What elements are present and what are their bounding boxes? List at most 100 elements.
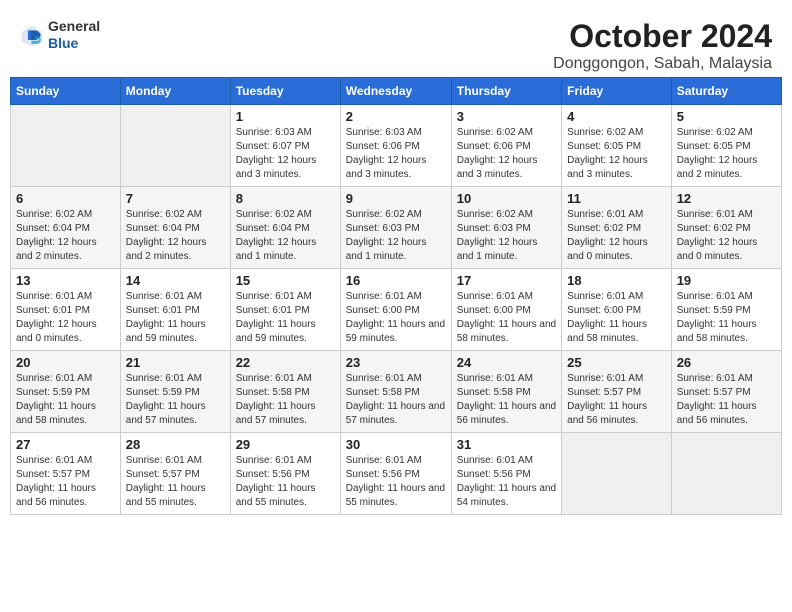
logo-icon [20, 24, 44, 48]
cell-day-number: 3 [457, 109, 556, 124]
cell-day-number: 1 [236, 109, 335, 124]
cell-day-number: 10 [457, 191, 556, 206]
cell-info-text: Sunrise: 6:01 AM Sunset: 6:01 PM Dayligh… [236, 290, 335, 346]
cell-info-text: Sunrise: 6:02 AM Sunset: 6:03 PM Dayligh… [457, 208, 556, 264]
calendar-cell: 10 Sunrise: 6:02 AM Sunset: 6:03 PM Dayli… [451, 187, 561, 269]
calendar-cell: 15 Sunrise: 6:01 AM Sunset: 6:01 PM Dayli… [230, 269, 340, 351]
calendar-cell: 26 Sunrise: 6:01 AM Sunset: 5:57 PM Dayli… [671, 351, 781, 433]
calendar-cell: 24 Sunrise: 6:01 AM Sunset: 5:58 PM Dayli… [451, 351, 561, 433]
week-row-5: 27Sunrise: 6:01 AM Sunset: 5:57 PM Dayli… [11, 433, 782, 515]
calendar-cell: 2 Sunrise: 6:03 AM Sunset: 6:06 PM Daylig… [340, 105, 451, 187]
calendar-cell: 18Sunrise: 6:01 AM Sunset: 6:00 PM Dayli… [562, 269, 672, 351]
cell-info-text: Sunrise: 6:01 AM Sunset: 5:56 PM Dayligh… [457, 454, 556, 510]
cell-day-number: 27 [16, 437, 115, 452]
title-section: October 2024 Donggongon, Sabah, Malaysia [553, 18, 772, 73]
calendar-cell [671, 433, 781, 515]
cell-day-number: 5 [677, 109, 776, 124]
cell-day-number: 2 [346, 109, 446, 124]
cell-info-text: Sunrise: 6:01 AM Sunset: 5:56 PM Dayligh… [346, 454, 446, 510]
calendar-cell: 3 Sunrise: 6:02 AM Sunset: 6:06 PM Daylig… [451, 105, 561, 187]
cell-day-number: 16 [346, 273, 446, 288]
cell-info-text: Sunrise: 6:01 AM Sunset: 5:57 PM Dayligh… [677, 372, 776, 428]
calendar-cell: 29Sunrise: 6:01 AM Sunset: 5:56 PM Dayli… [230, 433, 340, 515]
calendar-cell: 17Sunrise: 6:01 AM Sunset: 6:00 PM Dayli… [451, 269, 561, 351]
week-row-4: 20 Sunrise: 6:01 AM Sunset: 5:59 PM Dayli… [11, 351, 782, 433]
month-title: October 2024 [553, 18, 772, 55]
cell-day-number: 15 [236, 273, 335, 288]
week-row-1: 1 Sunrise: 6:03 AM Sunset: 6:07 PM Daylig… [11, 105, 782, 187]
logo-blue-text: Blue [48, 35, 100, 52]
cell-info-text: Sunrise: 6:01 AM Sunset: 5:56 PM Dayligh… [236, 454, 335, 510]
calendar-cell [11, 105, 121, 187]
calendar-cell: 4 Sunrise: 6:02 AM Sunset: 6:05 PM Daylig… [562, 105, 672, 187]
cell-info-text: Sunrise: 6:02 AM Sunset: 6:03 PM Dayligh… [346, 208, 446, 264]
cell-day-number: 26 [677, 355, 776, 370]
calendar-cell: 7 Sunrise: 6:02 AM Sunset: 6:04 PM Daylig… [120, 187, 230, 269]
calendar-cell: 8Sunrise: 6:02 AM Sunset: 6:04 PM Daylig… [230, 187, 340, 269]
days-of-week-row: Sunday Monday Tuesday Wednesday Thursday… [11, 78, 782, 105]
cell-day-number: 7 [126, 191, 225, 206]
calendar-cell: 1 Sunrise: 6:03 AM Sunset: 6:07 PM Daylig… [230, 105, 340, 187]
cell-info-text: Sunrise: 6:01 AM Sunset: 6:02 PM Dayligh… [677, 208, 776, 264]
cell-info-text: Sunrise: 6:01 AM Sunset: 6:02 PM Dayligh… [567, 208, 666, 264]
calendar-body: 1 Sunrise: 6:03 AM Sunset: 6:07 PM Daylig… [11, 105, 782, 515]
cell-day-number: 11 [567, 191, 666, 206]
calendar-cell: 16 Sunrise: 6:01 AM Sunset: 6:00 PM Dayli… [340, 269, 451, 351]
calendar-cell: 9 Sunrise: 6:02 AM Sunset: 6:03 PM Daylig… [340, 187, 451, 269]
cell-day-number: 30 [346, 437, 446, 452]
cell-day-number: 18 [567, 273, 666, 288]
cell-info-text: Sunrise: 6:03 AM Sunset: 6:06 PM Dayligh… [346, 126, 446, 182]
cell-info-text: Sunrise: 6:01 AM Sunset: 6:01 PM Dayligh… [126, 290, 225, 346]
calendar-cell: 5 Sunrise: 6:02 AM Sunset: 6:05 PM Daylig… [671, 105, 781, 187]
calendar-cell: 14Sunrise: 6:01 AM Sunset: 6:01 PM Dayli… [120, 269, 230, 351]
calendar-cell [562, 433, 672, 515]
cell-info-text: Sunrise: 6:02 AM Sunset: 6:06 PM Dayligh… [457, 126, 556, 182]
cell-info-text: Sunrise: 6:01 AM Sunset: 5:57 PM Dayligh… [567, 372, 666, 428]
cell-info-text: Sunrise: 6:02 AM Sunset: 6:04 PM Dayligh… [236, 208, 335, 264]
calendar-cell: 13 Sunrise: 6:01 AM Sunset: 6:01 PM Dayli… [11, 269, 121, 351]
cell-info-text: Sunrise: 6:01 AM Sunset: 5:58 PM Dayligh… [236, 372, 335, 428]
cell-day-number: 9 [346, 191, 446, 206]
calendar-cell: 28Sunrise: 6:01 AM Sunset: 5:57 PM Dayli… [120, 433, 230, 515]
cell-day-number: 22 [236, 355, 335, 370]
cell-info-text: Sunrise: 6:02 AM Sunset: 6:05 PM Dayligh… [677, 126, 776, 182]
calendar-cell: 19Sunrise: 6:01 AM Sunset: 5:59 PM Dayli… [671, 269, 781, 351]
cell-info-text: Sunrise: 6:01 AM Sunset: 5:59 PM Dayligh… [16, 372, 115, 428]
calendar-cell: 12Sunrise: 6:01 AM Sunset: 6:02 PM Dayli… [671, 187, 781, 269]
col-tuesday: Tuesday [230, 78, 340, 105]
calendar-cell: 27Sunrise: 6:01 AM Sunset: 5:57 PM Dayli… [11, 433, 121, 515]
calendar-cell: 21 Sunrise: 6:01 AM Sunset: 5:59 PM Dayli… [120, 351, 230, 433]
calendar-cell: 11 Sunrise: 6:01 AM Sunset: 6:02 PM Dayli… [562, 187, 672, 269]
logo: General Blue [20, 18, 100, 52]
cell-info-text: Sunrise: 6:01 AM Sunset: 6:00 PM Dayligh… [346, 290, 446, 346]
cell-info-text: Sunrise: 6:01 AM Sunset: 6:01 PM Dayligh… [16, 290, 115, 346]
calendar-cell: 6 Sunrise: 6:02 AM Sunset: 6:04 PM Daylig… [11, 187, 121, 269]
cell-day-number: 20 [16, 355, 115, 370]
cell-info-text: Sunrise: 6:01 AM Sunset: 5:58 PM Dayligh… [346, 372, 446, 428]
calendar-cell: 22 Sunrise: 6:01 AM Sunset: 5:58 PM Dayli… [230, 351, 340, 433]
calendar-cell: 31 Sunrise: 6:01 AM Sunset: 5:56 PM Dayli… [451, 433, 561, 515]
cell-info-text: Sunrise: 6:03 AM Sunset: 6:07 PM Dayligh… [236, 126, 335, 182]
cell-day-number: 13 [16, 273, 115, 288]
col-sunday: Sunday [11, 78, 121, 105]
cell-day-number: 24 [457, 355, 556, 370]
cell-day-number: 23 [346, 355, 446, 370]
cell-info-text: Sunrise: 6:02 AM Sunset: 6:04 PM Dayligh… [16, 208, 115, 264]
cell-info-text: Sunrise: 6:01 AM Sunset: 5:58 PM Dayligh… [457, 372, 556, 428]
col-thursday: Thursday [451, 78, 561, 105]
cell-info-text: Sunrise: 6:01 AM Sunset: 6:00 PM Dayligh… [457, 290, 556, 346]
cell-day-number: 21 [126, 355, 225, 370]
cell-day-number: 4 [567, 109, 666, 124]
cell-info-text: Sunrise: 6:01 AM Sunset: 5:59 PM Dayligh… [126, 372, 225, 428]
page-header: General Blue October 2024 Donggongon, Sa… [10, 10, 782, 77]
location-text: Donggongon, Sabah, Malaysia [553, 55, 772, 73]
cell-day-number: 19 [677, 273, 776, 288]
cell-day-number: 31 [457, 437, 556, 452]
calendar-header: Sunday Monday Tuesday Wednesday Thursday… [11, 78, 782, 105]
cell-info-text: Sunrise: 6:02 AM Sunset: 6:05 PM Dayligh… [567, 126, 666, 182]
cell-info-text: Sunrise: 6:02 AM Sunset: 6:04 PM Dayligh… [126, 208, 225, 264]
cell-day-number: 6 [16, 191, 115, 206]
calendar-table: Sunday Monday Tuesday Wednesday Thursday… [10, 77, 782, 515]
calendar-cell: 20 Sunrise: 6:01 AM Sunset: 5:59 PM Dayli… [11, 351, 121, 433]
cell-day-number: 25 [567, 355, 666, 370]
